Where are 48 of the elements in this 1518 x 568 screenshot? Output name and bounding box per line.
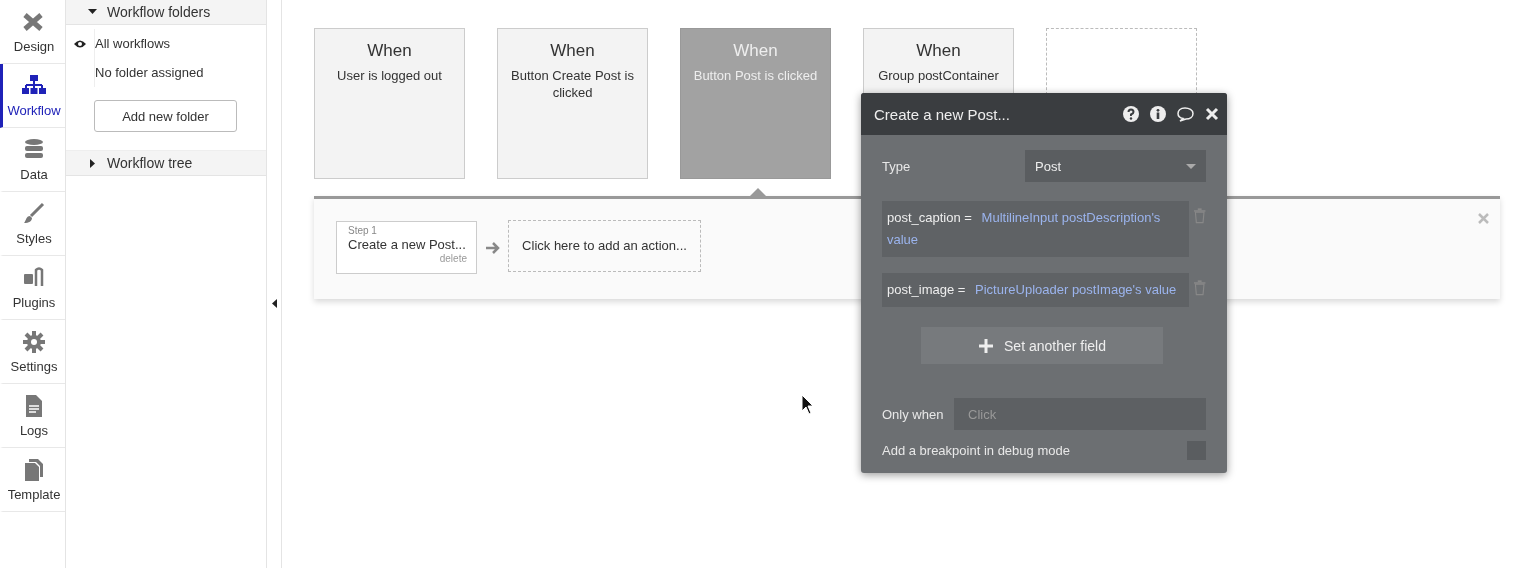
- expand-triangle-icon[interactable]: [88, 158, 97, 168]
- nav-tab[interactable]: Workflow: [0, 64, 65, 128]
- info-icon[interactable]: [1150, 105, 1167, 123]
- event-description: User is logged out: [337, 67, 442, 84]
- event-title: When: [733, 41, 778, 61]
- field-assignment[interactable]: post_image = PictureUploader postImage's value: [882, 273, 1189, 307]
- plus-icon: [978, 337, 994, 354]
- nav-tab[interactable]: Plugins: [0, 256, 65, 320]
- folder-item[interactable]: All workflows: [95, 36, 171, 51]
- event-description: Group postContainer: [878, 67, 999, 84]
- add-field-button[interactable]: Set another field: [921, 327, 1163, 364]
- nav-tab[interactable]: Template: [0, 448, 65, 512]
- caret-icon: [1186, 163, 1196, 169]
- nav-tab[interactable]: Styles: [0, 192, 65, 256]
- nav-tab[interactable]: Settings: [0, 320, 65, 384]
- event-card[interactable]: When User is logged out: [314, 28, 465, 179]
- arrow-right-icon: [485, 240, 500, 255]
- event-title: When: [550, 41, 595, 61]
- condition-input[interactable]: Click: [954, 398, 1206, 430]
- close-icon[interactable]: [1204, 105, 1221, 123]
- event-title: When: [916, 41, 961, 61]
- type-label: Type: [882, 158, 911, 174]
- nav-tab[interactable]: Design: [0, 0, 65, 64]
- step-label: Step 1: [348, 225, 378, 236]
- event-description: Button Create Post is clicked: [510, 67, 635, 101]
- settings-icon: [22, 329, 46, 354]
- nav-tab[interactable]: Logs: [0, 384, 65, 448]
- collapse-triangle-icon[interactable]: [88, 7, 97, 17]
- event-description: Button Post is clicked: [693, 67, 818, 84]
- cursor-icon: [801, 394, 815, 416]
- event-title: When: [367, 41, 412, 61]
- breakpoint-label: Add a breakpoint in debug mode: [882, 443, 1070, 458]
- type-dropdown[interactable]: Post: [1025, 150, 1206, 182]
- add-action-button[interactable]: Click here to add an action...: [508, 219, 701, 272]
- step-card[interactable]: Step 1 Create a new Post... delete: [336, 221, 477, 274]
- panel-title: Create a new Post...: [874, 105, 1010, 123]
- documents-icon: [22, 457, 46, 482]
- folder-item[interactable]: No folder assigned: [95, 65, 204, 80]
- brush-icon: [22, 201, 46, 226]
- event-card[interactable]: When Button Create Post is clicked: [497, 28, 648, 179]
- add-folder-button[interactable]: Add new folder: [94, 100, 237, 132]
- comment-icon[interactable]: [1177, 105, 1194, 123]
- only-when-label: Only when: [882, 406, 944, 422]
- collapse-arrow-icon[interactable]: [271, 298, 277, 308]
- field-assignment[interactable]: post_caption = MultilineInput postDescription's value: [882, 201, 1189, 257]
- step-title: Create a new Post...: [348, 237, 467, 252]
- help-icon[interactable]: [1123, 105, 1140, 123]
- nav-tab[interactable]: Data: [0, 128, 65, 192]
